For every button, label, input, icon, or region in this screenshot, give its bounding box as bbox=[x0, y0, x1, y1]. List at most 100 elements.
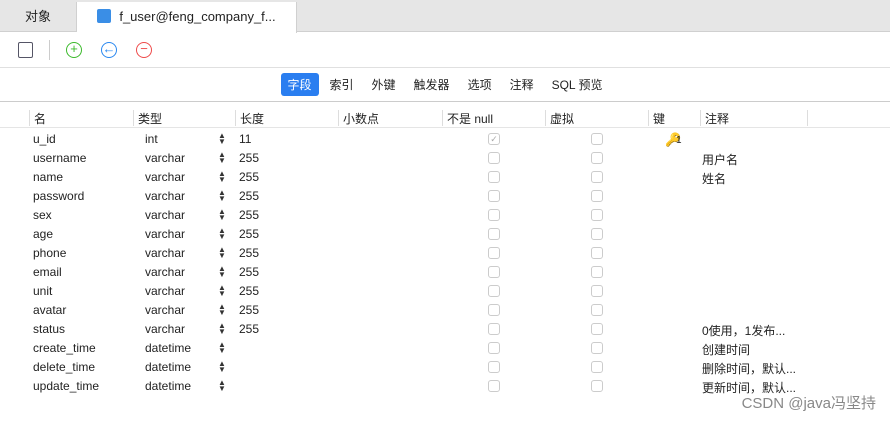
notnull-checkbox[interactable] bbox=[488, 342, 500, 354]
field-length[interactable]: 255 bbox=[239, 322, 259, 336]
virtual-checkbox[interactable] bbox=[591, 209, 603, 221]
virtual-checkbox[interactable] bbox=[591, 361, 603, 373]
type-stepper-icon[interactable]: ▲ ▼ bbox=[218, 284, 226, 298]
virtual-checkbox[interactable] bbox=[591, 152, 603, 164]
insert-field-icon[interactable]: ← bbox=[101, 42, 117, 58]
type-stepper-icon[interactable]: ▲ ▼ bbox=[218, 208, 226, 222]
save-icon[interactable] bbox=[18, 42, 33, 58]
field-length[interactable]: 11 bbox=[239, 132, 251, 146]
type-stepper-icon[interactable]: ▲ ▼ bbox=[218, 246, 226, 260]
notnull-checkbox[interactable] bbox=[488, 247, 500, 259]
column-header[interactable]: 小数点 bbox=[338, 110, 379, 126]
column-header[interactable]: 注释 bbox=[700, 110, 729, 126]
field-name[interactable]: name bbox=[33, 170, 63, 184]
field-comment[interactable]: 删除时间，默认... bbox=[702, 360, 796, 377]
table-row[interactable]: create_time datetime ▲ ▼ 创建时间 bbox=[0, 339, 890, 358]
field-name[interactable]: create_time bbox=[33, 341, 96, 355]
type-stepper-icon[interactable]: ▲ ▼ bbox=[218, 379, 226, 393]
field-type[interactable]: int bbox=[145, 132, 158, 146]
table-row[interactable]: password varchar ▲ ▼ 255 bbox=[0, 187, 890, 206]
column-header[interactable]: 虚拟 bbox=[545, 110, 574, 126]
field-type[interactable]: varchar bbox=[145, 208, 185, 222]
notnull-checkbox[interactable] bbox=[488, 190, 500, 202]
type-stepper-icon[interactable]: ▲ ▼ bbox=[218, 189, 226, 203]
field-comment[interactable]: 姓名 bbox=[702, 170, 726, 187]
subtab-5[interactable]: 注释 bbox=[503, 73, 541, 96]
field-name[interactable]: avatar bbox=[33, 303, 66, 317]
field-type[interactable]: varchar bbox=[145, 303, 185, 317]
field-name[interactable]: sex bbox=[33, 208, 52, 222]
field-name[interactable]: age bbox=[33, 227, 53, 241]
virtual-checkbox[interactable] bbox=[591, 380, 603, 392]
table-row[interactable]: delete_time datetime ▲ ▼ 删除时间，默认... bbox=[0, 358, 890, 377]
type-stepper-icon[interactable]: ▲ ▼ bbox=[218, 227, 226, 241]
subtab-0[interactable]: 字段 bbox=[280, 73, 319, 96]
column-header[interactable]: 名 bbox=[29, 110, 46, 126]
field-name[interactable]: phone bbox=[33, 246, 66, 260]
column-header[interactable]: 键 bbox=[648, 110, 665, 126]
notnull-checkbox[interactable] bbox=[488, 285, 500, 297]
field-length[interactable]: 255 bbox=[239, 284, 259, 298]
subtab-2[interactable]: 外键 bbox=[365, 73, 403, 96]
field-name[interactable]: unit bbox=[33, 284, 52, 298]
column-header[interactable]: 不是 null bbox=[442, 110, 493, 126]
table-row[interactable]: unit varchar ▲ ▼ 255 bbox=[0, 282, 890, 301]
subtab-6[interactable]: SQL 预览 bbox=[545, 73, 610, 96]
column-header[interactable]: 长度 bbox=[235, 110, 264, 126]
field-type[interactable]: varchar bbox=[145, 227, 185, 241]
virtual-checkbox[interactable] bbox=[591, 342, 603, 354]
field-name[interactable]: update_time bbox=[33, 379, 99, 393]
notnull-checkbox[interactable] bbox=[488, 323, 500, 335]
tab-table-design[interactable]: f_user@feng_company_f... bbox=[77, 2, 297, 33]
notnull-checkbox[interactable] bbox=[488, 304, 500, 316]
field-length[interactable]: 255 bbox=[239, 151, 259, 165]
virtual-checkbox[interactable] bbox=[591, 228, 603, 240]
virtual-checkbox[interactable] bbox=[591, 190, 603, 202]
field-type[interactable]: datetime bbox=[145, 360, 191, 374]
field-type[interactable]: varchar bbox=[145, 246, 185, 260]
field-type[interactable]: datetime bbox=[145, 341, 191, 355]
notnull-checkbox[interactable] bbox=[488, 171, 500, 183]
field-comment[interactable]: 0使用，1发布... bbox=[702, 322, 785, 339]
field-name[interactable]: status bbox=[33, 322, 65, 336]
notnull-checkbox[interactable]: ✓ bbox=[488, 133, 500, 145]
field-length[interactable]: 255 bbox=[239, 246, 259, 260]
field-name[interactable]: u_id bbox=[33, 132, 56, 146]
delete-field-icon[interactable]: − bbox=[136, 42, 152, 58]
type-stepper-icon[interactable]: ▲ ▼ bbox=[218, 322, 226, 336]
field-name[interactable]: email bbox=[33, 265, 62, 279]
type-stepper-icon[interactable]: ▲ ▼ bbox=[218, 170, 226, 184]
subtab-3[interactable]: 触发器 bbox=[407, 73, 457, 96]
subtab-4[interactable]: 选项 bbox=[461, 73, 499, 96]
type-stepper-icon[interactable]: ▲ ▼ bbox=[218, 151, 226, 165]
field-type[interactable]: varchar bbox=[145, 265, 185, 279]
table-row[interactable]: u_id int ▲ ▼ 11 ✓ 🔑 1 bbox=[0, 130, 890, 149]
virtual-checkbox[interactable] bbox=[591, 285, 603, 297]
column-header[interactable]: 类型 bbox=[133, 110, 162, 126]
notnull-checkbox[interactable] bbox=[488, 209, 500, 221]
field-name[interactable]: username bbox=[33, 151, 86, 165]
virtual-checkbox[interactable] bbox=[591, 133, 603, 145]
table-row[interactable]: sex varchar ▲ ▼ 255 bbox=[0, 206, 890, 225]
field-type[interactable]: varchar bbox=[145, 170, 185, 184]
field-type[interactable]: datetime bbox=[145, 379, 191, 393]
tab-objects[interactable]: 对象 bbox=[0, 2, 77, 32]
type-stepper-icon[interactable]: ▲ ▼ bbox=[218, 341, 226, 355]
table-row[interactable]: age varchar ▲ ▼ 255 bbox=[0, 225, 890, 244]
subtab-1[interactable]: 索引 bbox=[323, 73, 361, 96]
field-type[interactable]: varchar bbox=[145, 151, 185, 165]
field-length[interactable]: 255 bbox=[239, 170, 259, 184]
field-type[interactable]: varchar bbox=[145, 284, 185, 298]
table-row[interactable]: phone varchar ▲ ▼ 255 bbox=[0, 244, 890, 263]
type-stepper-icon[interactable]: ▲ ▼ bbox=[218, 360, 226, 374]
virtual-checkbox[interactable] bbox=[591, 171, 603, 183]
field-length[interactable]: 255 bbox=[239, 189, 259, 203]
field-length[interactable]: 255 bbox=[239, 265, 259, 279]
notnull-checkbox[interactable] bbox=[488, 380, 500, 392]
table-row[interactable]: avatar varchar ▲ ▼ 255 bbox=[0, 301, 890, 320]
field-comment[interactable]: 创建时间 bbox=[702, 341, 750, 358]
field-name[interactable]: password bbox=[33, 189, 84, 203]
field-length[interactable]: 255 bbox=[239, 208, 259, 222]
virtual-checkbox[interactable] bbox=[591, 266, 603, 278]
type-stepper-icon[interactable]: ▲ ▼ bbox=[218, 132, 226, 146]
